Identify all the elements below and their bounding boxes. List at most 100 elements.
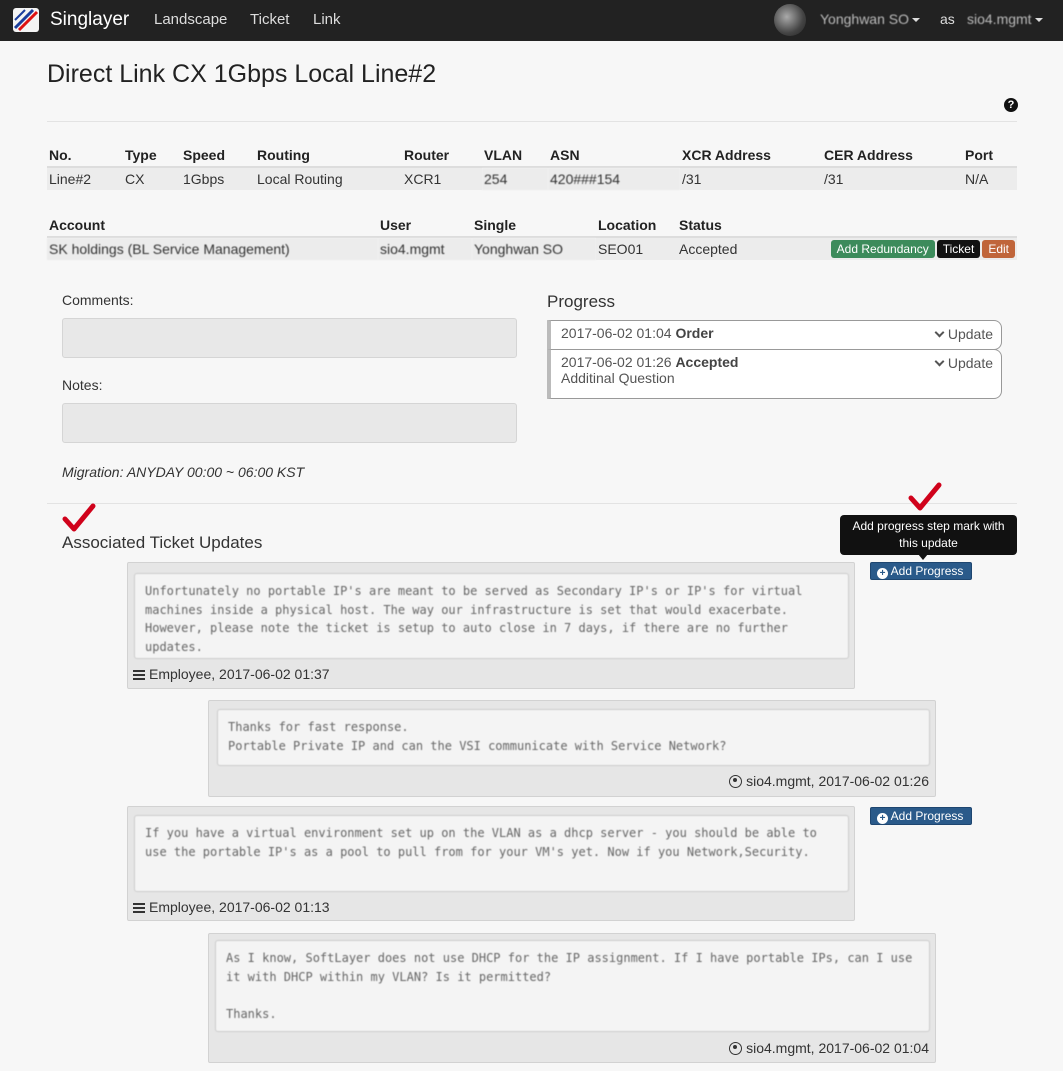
- ticket-message: Thanks for fast response. Portable Priva…: [217, 709, 930, 766]
- ticket-message: As I know, SoftLayer does not use DHCP f…: [215, 940, 930, 1032]
- migration-window: Migration: ANYDAY 00:00 ~ 06:00 KST: [62, 464, 305, 480]
- ticket-update-employee: If you have a virtual environment set up…: [127, 806, 855, 921]
- notes-label: Notes:: [62, 377, 103, 393]
- add-progress-label: Add Progress: [890, 809, 964, 823]
- cell-no: Line#2: [47, 167, 123, 190]
- user-name: Yonghwan SO: [820, 11, 909, 27]
- nav-link-link[interactable]: Link: [313, 11, 341, 28]
- divider: [47, 121, 1017, 122]
- top-navbar: Singlayer Landscape Ticket Link Yonghwan…: [0, 0, 1063, 41]
- ticket-update-employee: Unfortunately no portable IP's are meant…: [127, 562, 855, 689]
- associated-ticket-updates-heading: Associated Ticket Updates: [62, 533, 263, 552]
- progress-update-toggle[interactable]: Update: [934, 355, 993, 371]
- cell-asn: 420###154: [548, 167, 680, 190]
- col-header-location: Location: [596, 214, 677, 238]
- ticket-update-customer: As I know, SoftLayer does not use DHCP f…: [208, 933, 936, 1063]
- comments-label: Comments:: [62, 292, 134, 308]
- link-table-header-row: No. Type Speed Routing Router VLAN ASN X…: [47, 144, 1017, 168]
- cell-xcr-address: /31: [680, 167, 822, 190]
- user-icon: [729, 1042, 743, 1055]
- progress-step-note: Additinal Question: [561, 370, 675, 386]
- plus-circle-icon: +: [877, 813, 888, 824]
- ticket-message: If you have a virtual environment set up…: [134, 815, 849, 892]
- col-header-account: Account: [47, 214, 378, 238]
- col-header-xcr-address: XCR Address: [680, 144, 822, 168]
- cell-account: SK holdings (BL Service Management): [47, 237, 378, 260]
- cell-vlan: 254: [482, 167, 548, 190]
- chevron-down-icon: [934, 356, 945, 367]
- as-label: as: [940, 11, 955, 27]
- tooltip-arrow: [918, 554, 928, 560]
- col-header-cer-address: CER Address: [822, 144, 963, 168]
- cell-speed: 1Gbps: [181, 167, 255, 190]
- cell-port: N/A: [963, 167, 1017, 190]
- cell-location: SEO01: [596, 237, 677, 260]
- col-header-actions: [815, 214, 1017, 238]
- cell-status: Accepted: [677, 237, 815, 260]
- notes-field[interactable]: [62, 403, 517, 443]
- user-avatar[interactable]: [774, 4, 806, 36]
- col-header-asn: ASN: [548, 144, 680, 168]
- page-title-link-name: CX 1Gbps Local Line#2: [172, 60, 437, 88]
- col-header-single: Single: [472, 214, 596, 238]
- add-progress-button[interactable]: + Add Progress: [870, 562, 972, 580]
- progress-update-toggle[interactable]: Update: [934, 326, 993, 342]
- account-name: sio4.mgmt: [967, 11, 1032, 27]
- nav-landscape-link[interactable]: Landscape: [154, 11, 227, 28]
- ticket-meta: sio4.mgmt, 2017-06-02 01:04: [729, 1040, 929, 1056]
- col-header-router: Router: [402, 144, 482, 168]
- add-redundancy-button[interactable]: Add Redundancy: [830, 240, 935, 258]
- update-label: Update: [947, 355, 993, 371]
- add-progress-tooltip: Add progress step mark with this update: [840, 515, 1017, 555]
- ticket-meta: Employee, 2017-06-02 01:37: [133, 666, 330, 682]
- progress-step-status: Accepted: [675, 354, 739, 370]
- cell-routing: Local Routing: [255, 167, 402, 190]
- col-header-no: No.: [47, 144, 123, 168]
- account-info-table: Account User Single Location Status SK h…: [47, 214, 1017, 260]
- menu-icon: [133, 670, 145, 680]
- account-menu[interactable]: sio4.mgmt: [967, 11, 1043, 27]
- user-icon: [729, 775, 743, 788]
- ticket-author-time: Employee, 2017-06-02 01:13: [149, 899, 330, 915]
- ticket-author-time: Employee, 2017-06-02 01:37: [149, 666, 330, 682]
- progress-step-time: 2017-06-02 01:04: [561, 325, 672, 341]
- ticket-update-customer: Thanks for fast response. Portable Priva…: [208, 700, 936, 797]
- col-header-user: User: [378, 214, 472, 238]
- ticket-message: Unfortunately no portable IP's are meant…: [134, 573, 849, 659]
- account-table-header-row: Account User Single Location Status: [47, 214, 1017, 238]
- chevron-down-icon: [934, 327, 945, 338]
- progress-heading: Progress: [547, 292, 616, 311]
- user-menu[interactable]: Yonghwan SO: [820, 11, 920, 27]
- nav-ticket-link[interactable]: Ticket: [250, 11, 289, 28]
- table-row: SK holdings (BL Service Management) sio4…: [47, 237, 1017, 260]
- add-progress-button[interactable]: + Add Progress: [870, 807, 972, 825]
- brand-name[interactable]: Singlayer: [50, 9, 129, 31]
- caret-down-icon: [1034, 18, 1043, 23]
- comments-field[interactable]: [62, 318, 517, 358]
- plus-circle-icon: +: [877, 568, 888, 579]
- update-label: Update: [947, 326, 993, 342]
- cell-cer-address: /31: [822, 167, 963, 190]
- ticket-button[interactable]: Ticket: [936, 240, 981, 258]
- cell-user: sio4.mgmt: [378, 237, 472, 260]
- progress-step-time: 2017-06-02 01:26: [561, 354, 672, 370]
- page-title: Direct Link CX 1Gbps Local Line#2: [47, 60, 436, 89]
- caret-down-icon: [912, 18, 920, 23]
- cell-single: Yonghwan SO: [472, 237, 596, 260]
- ticket-meta: Employee, 2017-06-02 01:13: [133, 899, 330, 915]
- col-header-status: Status: [677, 214, 815, 238]
- checkmark-icon: [62, 503, 96, 532]
- table-row: Line#2 CX 1Gbps Local Routing XCR1 254 4…: [47, 167, 1017, 190]
- progress-step-status: Order: [675, 325, 714, 341]
- help-icon[interactable]: ?: [1004, 98, 1018, 112]
- progress-step-accepted: 2017-06-02 01:26 Accepted Additinal Ques…: [547, 349, 1002, 399]
- cell-type: CX: [123, 167, 181, 190]
- edit-button[interactable]: Edit: [982, 240, 1015, 258]
- singlayer-logo-icon[interactable]: [11, 6, 41, 34]
- col-header-vlan: VLAN: [482, 144, 548, 168]
- ticket-author-time: sio4.mgmt, 2017-06-02 01:26: [746, 773, 929, 789]
- col-header-routing: Routing: [255, 144, 402, 168]
- col-header-type: Type: [123, 144, 181, 168]
- divider: [47, 503, 1017, 504]
- page-title-prefix: Direct Link: [47, 60, 173, 88]
